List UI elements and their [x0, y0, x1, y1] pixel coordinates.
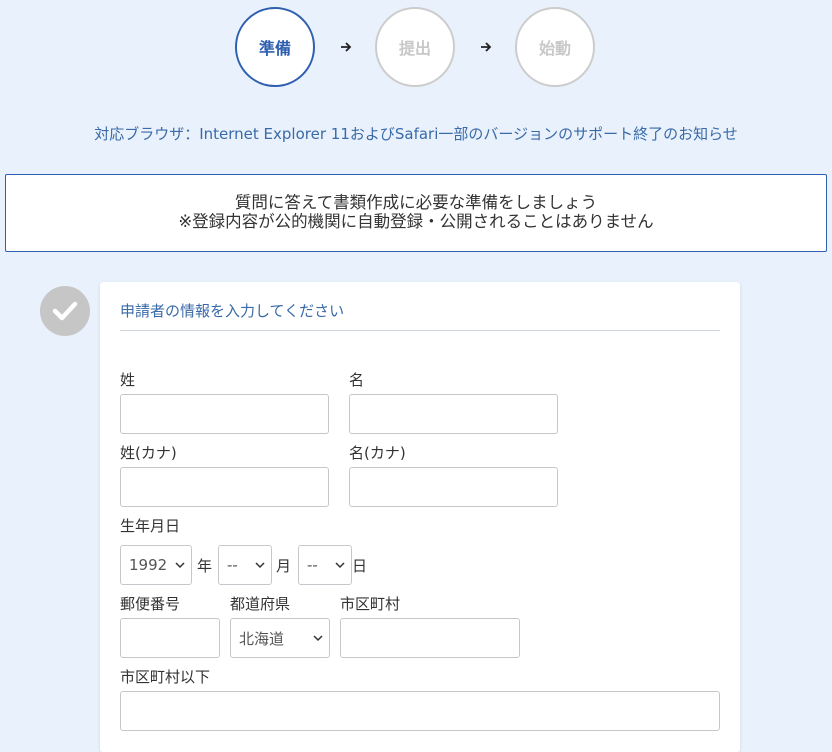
arrow-right-icon: [481, 42, 492, 52]
prefecture-label: 都道府県: [230, 595, 291, 613]
month-unit: 月: [276, 557, 292, 575]
prefecture-value: 北海道: [239, 629, 285, 648]
step-launch: 始動: [515, 7, 595, 87]
first-name-kana-label: 名(カナ): [349, 444, 406, 462]
divider: [120, 330, 720, 331]
postal-code-input[interactable]: [120, 618, 220, 658]
step-label: 準備: [258, 39, 291, 58]
birthdate-label: 生年月日: [120, 517, 181, 535]
browser-support-notice-link[interactable]: 対応ブラウザ：Internet Explorer 11およびSafari一部のバ…: [0, 123, 832, 144]
birth-month-select[interactable]: --: [218, 545, 272, 585]
chevron-down-icon: [313, 635, 323, 642]
last-name-input[interactable]: [120, 394, 329, 434]
step-label: 始動: [538, 39, 571, 58]
info-line-1: 質問に答えて書類作成に必要な準備をしましょう: [234, 193, 598, 213]
first-name-kana-input[interactable]: [349, 467, 558, 507]
last-name-kana-label: 姓(カナ): [120, 444, 177, 462]
step-label: 提出: [398, 39, 431, 58]
info-line-2: ※登録内容が公的機関に自動登録・公開されることはありません: [178, 212, 654, 231]
birth-month-value: --: [227, 556, 238, 574]
last-name-label: 姓: [120, 371, 136, 389]
address-detail-input[interactable]: [120, 691, 720, 731]
info-box: 質問に答えて書類作成に必要な準備をしましょう ※登録内容が公的機関に自動登録・公…: [5, 174, 827, 252]
birth-day-select[interactable]: --: [298, 545, 352, 585]
card-title: 申請者の情報を入力してください: [120, 302, 345, 320]
step-submission: 提出: [375, 7, 455, 87]
postal-code-label: 郵便番号: [120, 595, 181, 613]
last-name-kana-input[interactable]: [120, 467, 329, 507]
address-detail-label: 市区町村以下: [120, 668, 211, 686]
birth-day-value: --: [307, 556, 318, 574]
chevron-down-icon: [255, 562, 265, 569]
applicant-info-card: 申請者の情報を入力してください 姓 名 姓(カナ) 名(カナ) 生年月日 199…: [100, 282, 740, 752]
first-name-label: 名: [349, 371, 365, 389]
birth-year-value: 1992: [129, 556, 168, 574]
checkmark-icon: [52, 301, 78, 321]
chevron-down-icon: [175, 562, 185, 569]
day-unit: 日: [352, 557, 368, 575]
year-unit: 年: [197, 557, 213, 575]
chevron-down-icon: [335, 562, 345, 569]
first-name-input[interactable]: [349, 394, 558, 434]
step-preparation: 準備: [235, 7, 315, 87]
city-label: 市区町村: [340, 595, 401, 613]
step-indicator: 準備 提出 始動: [0, 7, 832, 91]
prefecture-select[interactable]: 北海道: [230, 618, 330, 658]
section-check-badge: [40, 286, 90, 336]
birth-year-select[interactable]: 1992: [120, 545, 192, 585]
arrow-right-icon: [341, 42, 352, 52]
city-input[interactable]: [340, 618, 520, 658]
